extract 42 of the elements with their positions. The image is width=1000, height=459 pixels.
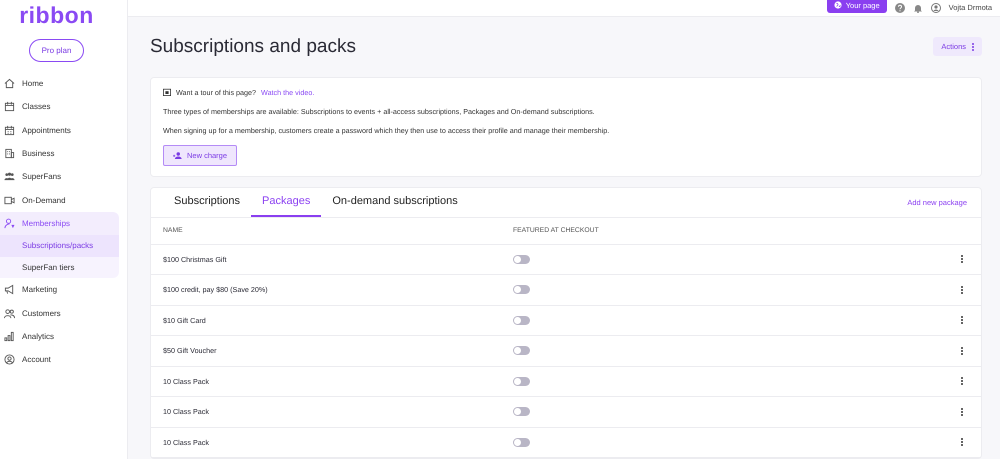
sidebar-item[interactable]: Customers (0, 301, 119, 325)
toggle-switch[interactable] (513, 407, 530, 416)
sidebar-item[interactable]: Business (0, 142, 119, 166)
toggle-switch[interactable] (513, 346, 530, 356)
calendar-icon (4, 101, 15, 112)
video-icon (4, 194, 15, 206)
help-icon[interactable] (894, 2, 905, 13)
megaphone-icon (4, 284, 15, 296)
people-icon (4, 171, 15, 182)
sidebar-item[interactable]: Marketing (0, 278, 119, 302)
video-icon (163, 88, 171, 96)
bell-icon[interactable] (912, 2, 923, 13)
people-icon (4, 308, 15, 319)
tab[interactable]: On-demand subscriptions (321, 188, 469, 216)
plan-button[interactable]: Pro plan (28, 39, 84, 62)
person-circle-icon (4, 354, 15, 366)
sidebar-item[interactable]: Classes (0, 95, 119, 119)
logo[interactable]: ribbon (0, 2, 113, 29)
sidebar-item[interactable]: Memberships (0, 212, 119, 236)
sidebar-subitem[interactable]: Subscriptions/packs (0, 235, 119, 257)
tab[interactable]: Subscriptions (163, 188, 252, 216)
home-icon (4, 78, 15, 90)
add-person-icon (173, 152, 182, 158)
person-icon (4, 218, 15, 229)
toggle-switch[interactable] (513, 438, 530, 447)
toggle-switch[interactable] (513, 254, 530, 264)
toggle-switch[interactable] (513, 376, 530, 386)
bar-chart-icon (4, 330, 15, 342)
sidebar-item[interactable]: Analytics (0, 324, 119, 348)
user-avatar-icon (930, 2, 941, 13)
toggle-switch[interactable] (513, 285, 530, 294)
calendar-icon (4, 124, 15, 136)
sidebar-item[interactable]: Appointments (0, 118, 119, 142)
sidebar-subitem[interactable]: SuperFan tiers (0, 256, 119, 278)
sidebar-item[interactable]: Home (0, 72, 119, 96)
building-icon (4, 148, 15, 160)
sidebar-item[interactable]: Account (0, 348, 119, 372)
sidebar-item[interactable]: On-Demand (0, 188, 119, 212)
toggle-switch[interactable] (513, 316, 530, 325)
tab[interactable]: Packages (251, 188, 322, 216)
page-title: Subscriptions and packs (150, 36, 356, 58)
sidebar-item[interactable]: SuperFans (0, 165, 119, 188)
